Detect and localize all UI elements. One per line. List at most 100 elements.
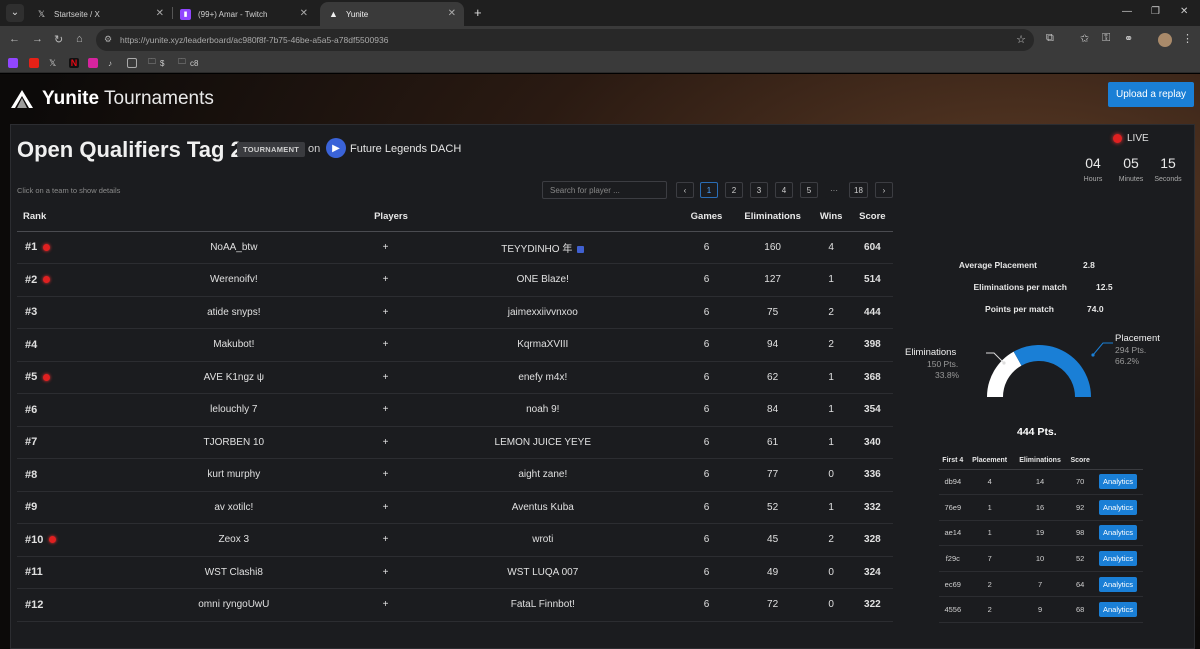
bookmark-youtube[interactable] (29, 57, 39, 69)
pagination-page-3[interactable]: 3 (750, 182, 768, 198)
table-row[interactable]: #1 NoAA_btw + TEYYDINHO 年 6 160 4 604 (17, 231, 893, 264)
org-name[interactable]: Future Legends DACH (350, 143, 461, 155)
match-row: ae14 1 19 98 Analytics (939, 520, 1143, 547)
player-2[interactable]: noah 9! (407, 393, 679, 427)
player-2[interactable]: LEMON JUICE YEYE (407, 426, 679, 459)
player-1[interactable]: Werenoifv! (103, 263, 364, 297)
player-1[interactable]: omni ryngoUwU (103, 588, 364, 622)
player-2[interactable]: Aventus Kuba (407, 491, 679, 524)
close-icon[interactable]: ✕ (156, 8, 164, 19)
pagination-page-18[interactable]: 18 (849, 182, 868, 198)
table-row[interactable]: #4 Makubot! + KqrmaXVIII 6 94 2 398 (17, 328, 893, 362)
player-1[interactable]: Makubot! (103, 328, 364, 362)
bookmark-grid[interactable] (127, 57, 137, 69)
address-bar[interactable]: ⚙ https://yunite.xyz/leaderboard/ac980f8… (96, 29, 1034, 51)
analytics-button[interactable]: Analytics (1098, 602, 1137, 618)
link-icon[interactable]: ⚭ (1124, 32, 1133, 45)
bookmark-instagram[interactable] (88, 57, 98, 69)
player-search-input[interactable] (542, 181, 667, 199)
table-row[interactable]: #2 Werenoifv! + ONE Blaze! 6 127 1 514 (17, 263, 893, 297)
player-1[interactable]: NoAA_btw (103, 231, 364, 264)
close-icon[interactable]: ✕ (300, 8, 308, 19)
menu-icon[interactable]: ⋮ (1182, 32, 1193, 45)
player-separator: + (363, 426, 408, 459)
grid-icon (127, 58, 137, 68)
player-1[interactable]: TJORBEN 10 (103, 426, 364, 459)
back-icon[interactable]: ← (9, 33, 20, 45)
bookmark-netflix[interactable]: N (69, 57, 79, 69)
table-row[interactable]: #8 kurt murphy + aight zane! 6 77 0 336 (17, 458, 893, 492)
bookmark-folder-c8[interactable]: 🗀 c8 (178, 57, 198, 69)
favorites-icon[interactable]: ✩ (1080, 32, 1089, 45)
site-info-icon[interactable]: ⚙ (104, 34, 112, 45)
match-eliminations: 7 (1012, 571, 1068, 598)
rank-cell: #1 (17, 231, 104, 264)
player-2[interactable]: enefy m4x! (407, 361, 679, 394)
col-players: Players (103, 203, 679, 232)
org-logo-icon[interactable]: ▶ (326, 138, 346, 158)
profile-avatar[interactable] (1158, 33, 1172, 47)
analytics-button[interactable]: Analytics (1098, 576, 1137, 592)
wins-cell: 2 (810, 296, 852, 329)
player-2[interactable]: ONE Blaze! (407, 263, 679, 297)
home-icon[interactable]: ⌂ (76, 33, 83, 45)
player-2[interactable]: KqrmaXVIII (407, 328, 679, 362)
analytics-button[interactable]: Analytics (1098, 474, 1137, 490)
bookmark-tiktok[interactable]: ♪ (108, 57, 112, 69)
player-2[interactable]: aight zane! (407, 458, 679, 492)
close-window-icon[interactable]: ✕ (1180, 6, 1188, 17)
site-logo[interactable]: Yunite Tournaments (10, 88, 214, 110)
player-1[interactable]: av xotilc! (103, 491, 364, 524)
player-2[interactable]: jaimexxiivvnxoo (407, 296, 679, 329)
eliminations-cell: 160 (734, 231, 811, 264)
analytics-button[interactable]: Analytics (1098, 499, 1137, 515)
reload-icon[interactable]: ↻ (54, 33, 63, 46)
extension-icon[interactable]: ⚿ (1102, 32, 1110, 45)
table-row[interactable]: #3 atide snyps! + jaimexxiivvnxoo 6 75 2 444 (17, 296, 893, 329)
browser-tab-yunite[interactable]: ▲ Yunite ✕ (320, 2, 464, 26)
extensions-icon[interactable]: ⧉ (1046, 32, 1054, 45)
player-1[interactable]: Zeox 3 (103, 523, 364, 557)
player-1[interactable]: lelouchly 7 (103, 393, 364, 427)
pagination-next[interactable]: › (875, 182, 893, 198)
analytics-button[interactable]: Analytics (1098, 551, 1137, 567)
player-separator: + (363, 328, 408, 362)
browser-tab-x[interactable]: 𝕏 Startseite / X ✕ (28, 2, 172, 26)
table-row[interactable]: #10 Zeox 3 + wroti 6 45 2 328 (17, 523, 893, 557)
bookmark-star-icon[interactable]: ☆ (1016, 33, 1026, 46)
restore-icon[interactable]: ❐ (1151, 6, 1160, 17)
new-tab-button[interactable]: + (474, 5, 482, 20)
player-2[interactable]: wroti (407, 523, 679, 557)
table-row[interactable]: #12 omni ryngoUwU + FataL Finnbot! 6 72 0 322 (17, 588, 893, 622)
table-row[interactable]: #7 TJORBEN 10 + LEMON JUICE YEYE 6 61 1 340 (17, 426, 893, 459)
analytics-button[interactable]: Analytics (1098, 525, 1137, 541)
player-1[interactable]: kurt murphy (103, 458, 364, 492)
player-2[interactable]: WST LUQA 007 (407, 556, 679, 589)
bookmark-folder-dollar[interactable]: 🗀 $ (148, 57, 164, 69)
player-1[interactable]: atide snyps! (103, 296, 364, 329)
pagination-page-5[interactable]: 5 (800, 182, 818, 198)
table-row[interactable]: #9 av xotilc! + Aventus Kuba 6 52 1 332 (17, 491, 893, 524)
bookmark-x[interactable]: 𝕏 (49, 57, 56, 69)
player-1[interactable]: WST Clashi8 (103, 556, 364, 589)
forward-icon[interactable]: → (32, 33, 43, 45)
pagination-prev[interactable]: ‹ (676, 182, 694, 198)
upload-replay-button[interactable]: Upload a replay (1108, 82, 1194, 107)
player-2[interactable]: TEYYDINHO 年 (407, 231, 679, 264)
browser-tab-twitch[interactable]: ▮ (99+) Amar - Twitch ✕ (172, 2, 316, 26)
pagination-page-4[interactable]: 4 (775, 182, 793, 198)
bookmark-twitch[interactable] (8, 57, 18, 69)
twitch-icon (8, 58, 18, 68)
minimize-icon[interactable]: — (1122, 6, 1132, 17)
table-row[interactable]: #6 lelouchly 7 + noah 9! 6 84 1 354 (17, 393, 893, 427)
tab-search-chevron-icon[interactable]: ⌄ (6, 4, 24, 22)
gauge-elims-points: 150 Pts. (927, 359, 959, 369)
rank-cell: #11 (17, 556, 104, 589)
table-row[interactable]: #5 AVE K1ngz ψ + enefy m4x! 6 62 1 368 (17, 361, 893, 394)
pagination-page-2[interactable]: 2 (725, 182, 743, 198)
player-1[interactable]: AVE K1ngz ψ (103, 361, 364, 394)
player-2[interactable]: FataL Finnbot! (407, 588, 679, 622)
close-icon[interactable]: ✕ (448, 8, 456, 19)
table-row[interactable]: #11 WST Clashi8 + WST LUQA 007 6 49 0 324 (17, 556, 893, 589)
pagination-page-1[interactable]: 1 (700, 182, 718, 198)
